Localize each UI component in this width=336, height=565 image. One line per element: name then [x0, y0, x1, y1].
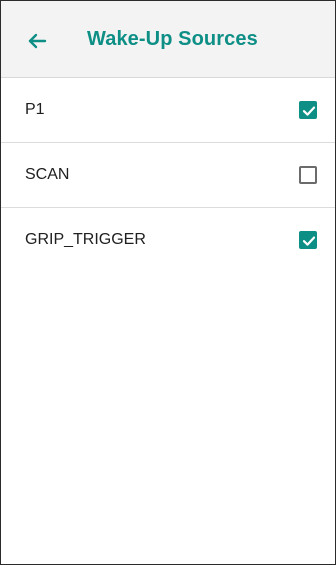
list-item-label: SCAN [25, 166, 70, 183]
app-bar: Wake-Up Sources [1, 1, 335, 78]
screen: Wake-Up Sources P1 SCAN GRIP_TRIGGER [0, 0, 336, 565]
checkbox-checked[interactable] [299, 101, 317, 119]
list-item-grip-trigger[interactable]: GRIP_TRIGGER [1, 208, 335, 272]
check-icon [302, 236, 316, 246]
checkbox-unchecked[interactable] [299, 166, 317, 184]
list-item-label: P1 [25, 101, 45, 118]
list-item-scan[interactable]: SCAN [1, 143, 335, 208]
page-title: Wake-Up Sources [87, 28, 258, 50]
checkbox-checked[interactable] [299, 231, 317, 249]
list-item-p1[interactable]: P1 [1, 78, 335, 143]
wakeup-sources-list: P1 SCAN GRIP_TRIGGER [1, 78, 335, 272]
check-icon [302, 106, 316, 116]
list-item-label: GRIP_TRIGGER [25, 231, 146, 248]
arrow-left-icon [28, 33, 47, 49]
back-button[interactable] [23, 27, 51, 55]
